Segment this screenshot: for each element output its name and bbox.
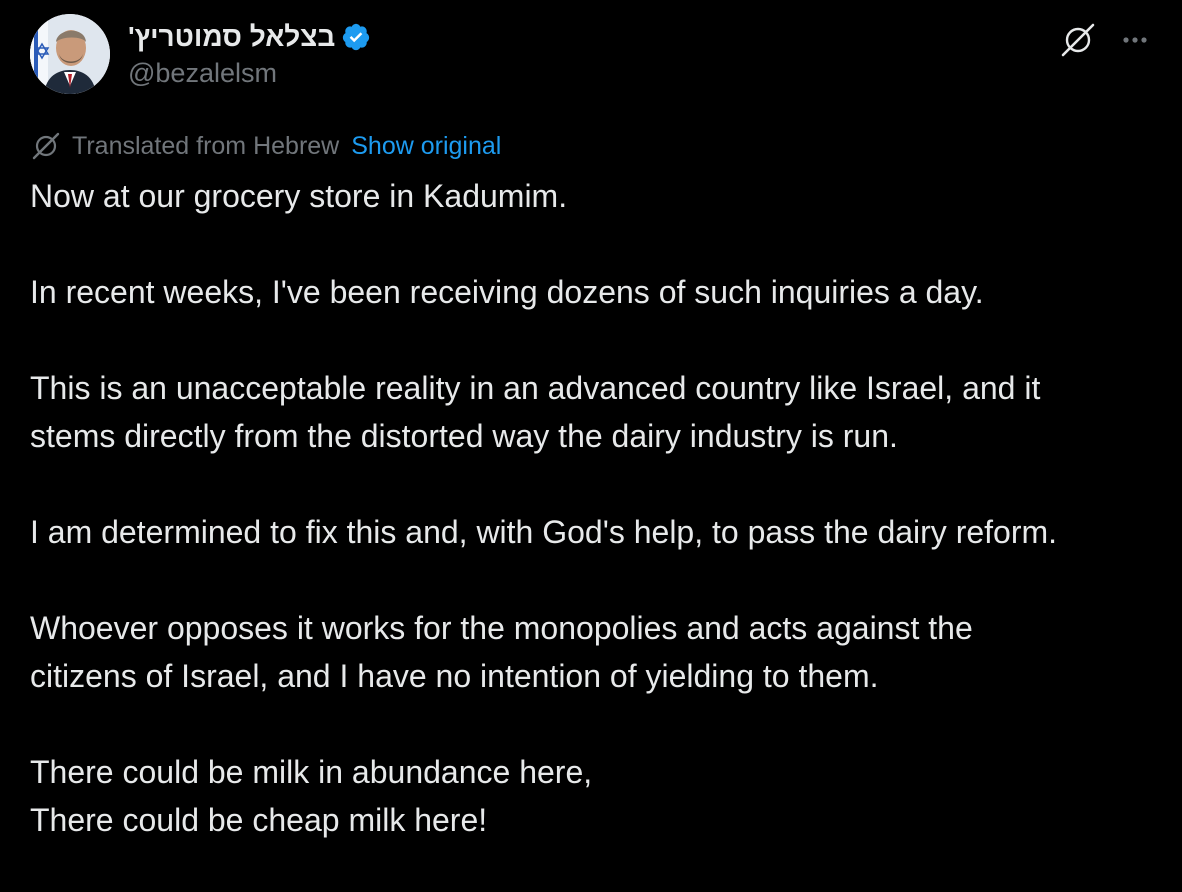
tweet-top-actions xyxy=(1058,20,1152,60)
translation-notice: Translated from Hebrew Show original xyxy=(30,130,501,162)
author-display-name[interactable]: בצלאל סמוטריץ' xyxy=(128,21,335,53)
tweet-text: Now at our grocery store in Kadumim. In … xyxy=(30,172,1170,892)
more-options-icon[interactable] xyxy=(1118,23,1152,57)
translated-from-label: Translated from Hebrew xyxy=(72,131,340,160)
tweet-text-line: I am determined to fix this and, with Go… xyxy=(30,514,1058,550)
tweet-paragraph: I am determined to fix this and, with Go… xyxy=(30,508,1170,556)
verified-badge-icon[interactable] xyxy=(341,22,371,52)
tweet-header: בצלאל סמוטריץ' @bezalelsm xyxy=(30,12,1152,112)
author-info: בצלאל סמוטריץ' @bezalelsm xyxy=(128,18,371,89)
name-row: בצלאל סמוטריץ' xyxy=(128,18,371,56)
show-original-link[interactable]: Show original xyxy=(351,132,501,161)
tweet-text-line: Now at our grocery store in Kadumim. xyxy=(30,178,568,214)
tweet-paragraph: Whoever opposes it works for the monopol… xyxy=(30,604,1170,700)
tweet-text-line: In recent weeks, I've been receiving doz… xyxy=(30,274,984,310)
tweet-paragraph: In recent weeks, I've been receiving doz… xyxy=(30,268,1170,316)
grok-icon[interactable] xyxy=(1058,20,1098,60)
avatar-image xyxy=(30,14,110,94)
tweet-text-line: This is an unacceptable reality in an ad… xyxy=(30,370,1041,406)
tweet-paragraph: There could be milk in abundance here, T… xyxy=(30,748,1170,844)
tweet-text-line: Whoever opposes it works for the monopol… xyxy=(30,610,973,646)
tweet-text-line: stems directly from the distorted way th… xyxy=(30,418,898,454)
tweet: בצלאל סמוטריץ' @bezalelsm Translated fro… xyxy=(0,0,1182,848)
tweet-text-line: citizens of Israel, and I have no intent… xyxy=(30,658,879,694)
tweet-paragraph: Now at our grocery store in Kadumim. xyxy=(30,172,1170,220)
tweet-text-line: There could be milk in abundance here, xyxy=(30,754,593,790)
grok-translate-icon xyxy=(30,130,62,162)
avatar[interactable] xyxy=(30,14,110,94)
author-handle[interactable]: @bezalelsm xyxy=(128,58,371,89)
tweet-paragraph: This is an unacceptable reality in an ad… xyxy=(30,364,1170,460)
tweet-text-line: There could be cheap milk here! xyxy=(30,802,488,838)
